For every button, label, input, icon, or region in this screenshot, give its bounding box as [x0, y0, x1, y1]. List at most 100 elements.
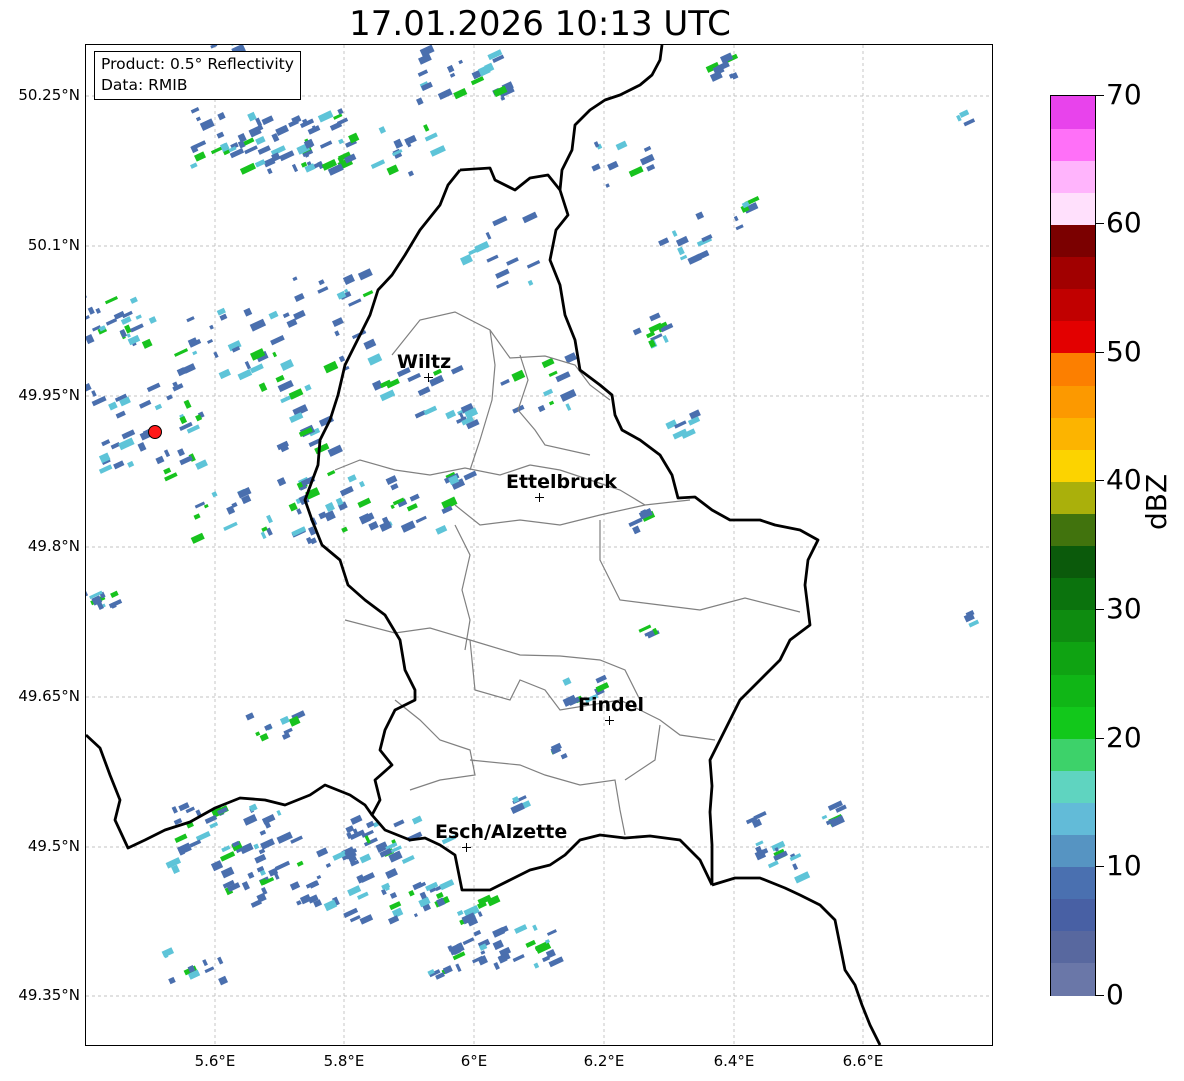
- radar-echo-cell: [408, 890, 415, 897]
- radar-echo-cell: [86, 315, 90, 322]
- radar-echo-cell: [548, 370, 558, 378]
- radar-echo-cell: [385, 867, 398, 880]
- radar-echo-cell: [341, 526, 348, 533]
- radar-echo-cell: [86, 294, 87, 302]
- radar-echo-cell: [241, 881, 250, 891]
- radar-echo-cell: [638, 624, 652, 633]
- radar-echo-cell: [350, 814, 363, 825]
- colorbar-tick: [1096, 223, 1104, 224]
- radar-echo-cell: [216, 131, 225, 139]
- radar-echo-cell: [209, 324, 214, 330]
- radar-echo-cell: [239, 162, 257, 175]
- radar-echo-cell: [789, 853, 802, 862]
- radar-echo-cell: [595, 674, 607, 684]
- city-marker-icon: [462, 843, 471, 852]
- radar-echo-cell: [446, 64, 455, 73]
- radar-echo-cell: [190, 532, 205, 544]
- lon-tick-label: 5.8°E: [323, 1052, 365, 1070]
- colorbar-tick-label: 30: [1106, 592, 1142, 625]
- product-label: Product: 0.5° Reflectivity: [101, 55, 294, 73]
- radar-echo-cell: [155, 455, 165, 465]
- colorbar-tick: [1096, 609, 1104, 610]
- radar-echo-cell: [532, 924, 538, 931]
- radar-echo-cell: [192, 350, 198, 356]
- radar-echo-cell: [458, 59, 464, 65]
- radar-echo-cell: [230, 45, 236, 46]
- radar-echo-cell: [254, 159, 266, 168]
- colorbar-tick: [1096, 480, 1104, 481]
- radar-echo-cell: [423, 405, 438, 416]
- radar-echo-cell: [113, 460, 125, 470]
- radar-echo-cell: [496, 280, 509, 289]
- radar-echo-cell: [174, 833, 188, 844]
- colorbar-segment: [1051, 128, 1095, 161]
- radar-echo-cell: [259, 829, 267, 836]
- radar-echo-cell: [292, 276, 298, 282]
- radar-echo-cell: [628, 166, 644, 178]
- radar-echo-cell: [218, 975, 229, 986]
- radar-echo-cell: [190, 107, 200, 114]
- map-area[interactable]: [86, 45, 992, 1045]
- radar-echo-cell: [486, 254, 499, 263]
- colorbar-segment: [1051, 320, 1095, 354]
- radar-echo-cell: [463, 470, 477, 481]
- gridlines: [86, 45, 992, 1045]
- border-fr-de: [711, 876, 882, 1045]
- canton-border-capellen: [394, 699, 476, 791]
- radar-echo-cell: [658, 237, 670, 247]
- radar-echo-cell: [385, 378, 400, 389]
- colorbar-segment: [1051, 577, 1095, 611]
- canton-border-remich: [624, 724, 661, 781]
- colorbar-segment: [1051, 673, 1095, 707]
- colorbar-segment: [1051, 738, 1095, 771]
- colorbar-tick-label: 70: [1106, 78, 1142, 111]
- radar-echo-cell: [562, 677, 572, 686]
- radar-echo-cell: [209, 821, 219, 829]
- radar-echo-cell: [270, 335, 285, 346]
- radar-echo-cell: [218, 368, 232, 380]
- radar-echo-cell: [368, 521, 379, 531]
- radar-echo-cell: [194, 501, 206, 509]
- radar-echo-cell: [163, 467, 172, 475]
- colorbar-segment: [1051, 192, 1095, 226]
- radar-echo-cell: [129, 296, 138, 304]
- lon-tick-label: 5.6°E: [194, 1052, 236, 1070]
- radar-echo-cell: [202, 959, 208, 967]
- radar-echo-cell: [409, 493, 420, 502]
- radar-echo-cell: [792, 863, 799, 871]
- radar-echo-cell: [199, 118, 215, 131]
- radar-echo-cell: [794, 871, 811, 884]
- colorbar-segment: [1051, 224, 1095, 258]
- radar-site-marker: [148, 425, 162, 439]
- canton-borders: [334, 311, 801, 836]
- radar-echo-cell: [327, 470, 336, 477]
- radar-echo-cell: [543, 388, 554, 397]
- colorbar-segment: [1051, 866, 1095, 900]
- radar-echo-cell: [127, 460, 135, 468]
- radar-echo-cell: [407, 170, 414, 177]
- radar-echo-cell: [289, 881, 301, 891]
- radar-echo-cell: [417, 69, 429, 77]
- colorbar-tick: [1096, 866, 1104, 867]
- radar-echo-cell: [390, 483, 399, 491]
- radar-echo-cell: [296, 860, 304, 867]
- radar-echo-cell: [171, 806, 178, 814]
- radar-echo-cell: [485, 231, 492, 240]
- radar-echo-cell: [255, 731, 261, 737]
- radar-echo-cell: [237, 368, 253, 381]
- radar-echo-cell: [317, 286, 329, 294]
- radar-echo-cell: [357, 497, 372, 508]
- radar-echo-cell: [86, 333, 95, 345]
- radar-echo-cell: [347, 474, 357, 483]
- radar-echo-cell: [662, 335, 669, 344]
- radar-echo-cell: [526, 259, 541, 269]
- radar-echo-cell: [207, 338, 214, 344]
- radar-echo-cell: [407, 372, 421, 383]
- colorbar-tick: [1096, 738, 1104, 739]
- radar-echo-cell: [247, 871, 255, 879]
- lat-tick-label: 49.8°N: [27, 537, 80, 555]
- radar-echo-cell: [291, 163, 299, 173]
- radar-echo-cell: [391, 907, 404, 919]
- colorbar-segment: [1051, 545, 1095, 579]
- radar-echo-cell: [288, 388, 304, 400]
